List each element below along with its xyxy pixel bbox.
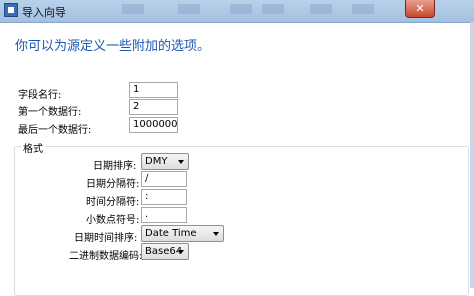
decimal-symbol-label: 小数点符号: xyxy=(86,215,140,226)
last-data-row-input[interactable]: 1000000 xyxy=(129,117,178,133)
titlebar-reflection xyxy=(310,4,332,14)
window-border xyxy=(470,22,474,288)
date-order-value: DMY xyxy=(145,156,168,167)
date-separator-label: 日期分隔符: xyxy=(86,179,140,190)
chevron-down-icon xyxy=(178,250,184,254)
first-data-row-label: 第一个数据行: xyxy=(18,107,82,118)
field-name-row-label: 字段名行: xyxy=(18,90,62,101)
page-header: 你可以为源定义一些附加的选项。 xyxy=(15,39,211,54)
decimal-symbol-input[interactable]: . xyxy=(141,207,187,223)
chevron-down-icon xyxy=(213,232,219,236)
first-data-row-input[interactable]: 2 xyxy=(129,99,178,115)
titlebar-reflection xyxy=(178,4,200,14)
datetime-order-value: Date Time xyxy=(145,228,197,239)
datetime-order-select[interactable]: Date Time xyxy=(141,225,224,242)
titlebar-reflection xyxy=(122,4,144,14)
time-separator-label: 时间分隔符: xyxy=(86,197,140,208)
format-group xyxy=(14,146,469,296)
binary-encoding-value: Base64 xyxy=(145,246,183,257)
binary-encoding-select[interactable]: Base64 xyxy=(141,243,189,260)
date-order-select[interactable]: DMY xyxy=(141,153,189,170)
field-name-row-input[interactable]: 1 xyxy=(129,82,178,98)
close-icon: ✕ xyxy=(415,2,425,15)
format-group-title: 格式 xyxy=(21,140,45,155)
chevron-down-icon xyxy=(178,160,184,164)
datetime-order-label: 日期时间排序: xyxy=(74,233,138,244)
titlebar-reflection xyxy=(262,4,284,14)
window-title: 导入向导 xyxy=(22,6,66,19)
app-icon xyxy=(4,3,18,17)
titlebar-reflection xyxy=(352,4,374,14)
close-button[interactable]: ✕ xyxy=(405,0,435,18)
time-separator-input[interactable]: : xyxy=(141,189,187,205)
titlebar-reflection xyxy=(230,4,252,14)
binary-encoding-label: 二进制数据编码: xyxy=(69,251,143,262)
date-separator-input[interactable]: / xyxy=(141,171,187,187)
title-bar: 导入向导 ✕ xyxy=(0,0,474,23)
last-data-row-label: 最后一个数据行: xyxy=(18,125,92,136)
date-order-label: 日期排序: xyxy=(93,161,137,172)
